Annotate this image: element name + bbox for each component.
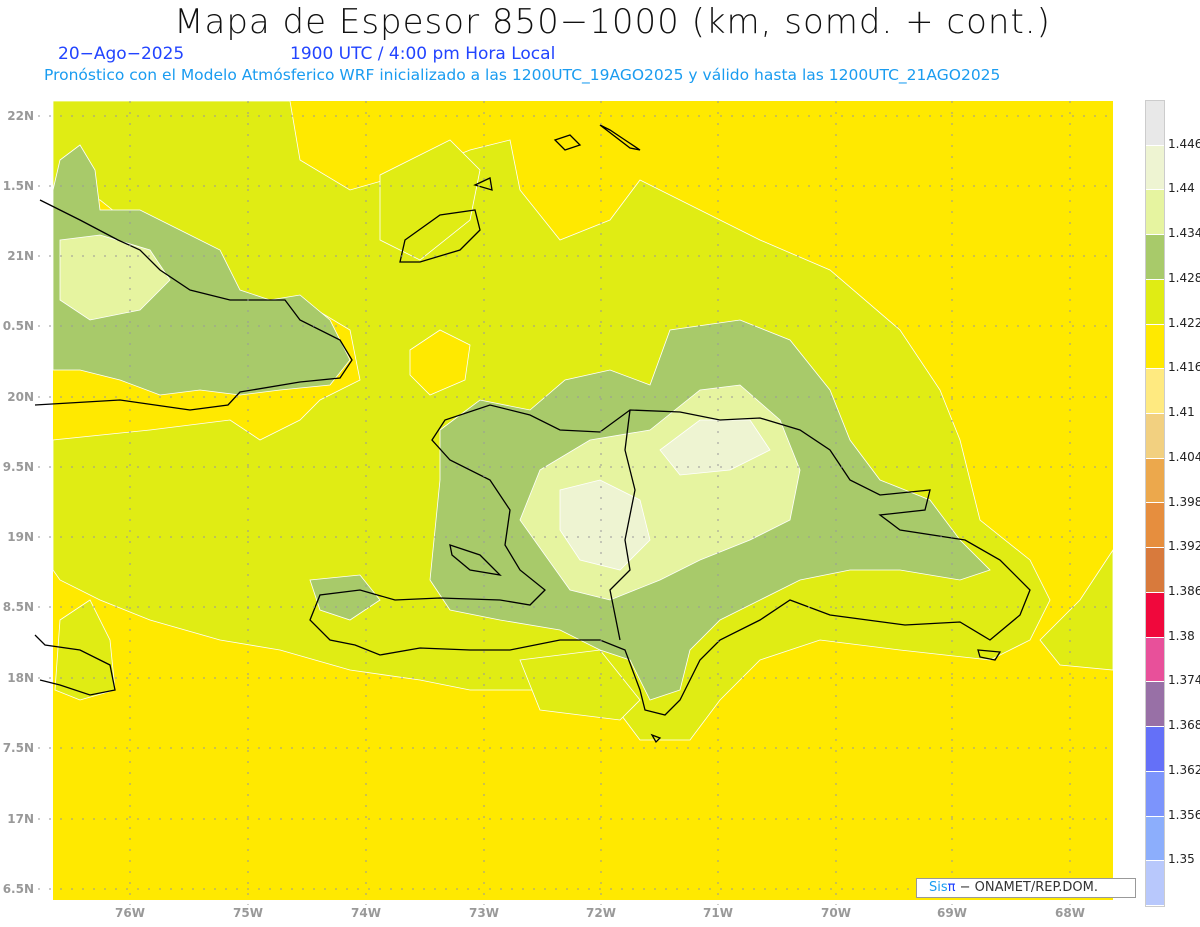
lon-label: 73W <box>469 906 499 920</box>
color-scale-segment <box>1146 637 1164 683</box>
color-scale-segment <box>1146 458 1164 504</box>
color-scale-label: 1.362 <box>1168 762 1200 777</box>
lon-label: 68W <box>1055 906 1085 920</box>
color-scale-label: 1.386 <box>1168 583 1200 598</box>
lon-label: 72W <box>586 906 616 920</box>
color-scale-label: 1.446 <box>1168 136 1200 151</box>
color-scale-segment <box>1146 190 1164 236</box>
color-scale-label: 1.428 <box>1168 270 1200 285</box>
color-scale-label: 1.416 <box>1168 360 1200 375</box>
color-scale-segment <box>1146 771 1164 817</box>
color-scale-segment <box>1146 369 1164 415</box>
lat-label: 8.5N <box>2 600 34 614</box>
lat-label: 17N <box>7 812 34 826</box>
lat-label: 0.5N <box>2 319 34 333</box>
color-scale-segment <box>1146 414 1164 459</box>
color-scale-segment <box>1146 816 1164 862</box>
lon-label: 69W <box>937 906 967 920</box>
color-scale-label: 1.368 <box>1168 718 1200 733</box>
lat-label: 6.5N <box>2 882 34 896</box>
color-scale-label: 1.374 <box>1168 673 1200 688</box>
lat-label: 1.5N <box>2 179 34 193</box>
color-scale-segment <box>1146 682 1164 728</box>
color-scale-label: 1.398 <box>1168 494 1200 509</box>
lon-label: 76W <box>115 906 145 920</box>
color-scale-label: 1.404 <box>1168 449 1200 464</box>
lat-label: 20N <box>7 390 34 404</box>
color-scale-segment <box>1146 279 1164 325</box>
lat-label: 18N <box>7 671 34 685</box>
color-scale-segment <box>1146 861 1164 906</box>
color-scale-label: 1.38 <box>1168 628 1195 643</box>
color-scale-bar <box>1145 100 1165 907</box>
color-scale-segment <box>1146 101 1164 146</box>
lon-label: 75W <box>233 906 263 920</box>
color-scale-segment <box>1146 145 1164 191</box>
lat-label: 21N <box>7 249 34 263</box>
color-scale-segment <box>1146 235 1164 280</box>
color-scale-label: 1.434 <box>1168 226 1200 241</box>
color-scale-label: 1.35 <box>1168 852 1195 867</box>
credit-org: − ONAMET/REP.DOM. <box>955 880 1099 895</box>
credit-box: Sisπ − ONAMET/REP.DOM. <box>916 878 1136 898</box>
color-scale-label: 1.422 <box>1168 315 1200 330</box>
color-scale-label: 1.44 <box>1168 181 1195 196</box>
lat-label: 19N <box>7 530 34 544</box>
color-scale-segment <box>1146 592 1164 638</box>
lat-label: 7.5N <box>2 741 34 755</box>
credit-sis: Sis <box>929 880 948 895</box>
lon-label: 71W <box>703 906 733 920</box>
color-scale-segment <box>1146 503 1164 549</box>
lat-label: 9.5N <box>2 460 34 474</box>
lat-label: 22N <box>7 109 34 123</box>
thickness-map <box>34 100 1114 905</box>
color-scale-label: 1.356 <box>1168 807 1200 822</box>
color-scale-label: 1.41 <box>1168 405 1195 420</box>
color-scale-segment <box>1146 324 1164 370</box>
lon-label: 74W <box>351 906 381 920</box>
lon-label: 70W <box>821 906 851 920</box>
color-scale-segment <box>1146 727 1164 772</box>
color-scale-segment <box>1146 548 1164 593</box>
color-scale-label: 1.392 <box>1168 539 1200 554</box>
